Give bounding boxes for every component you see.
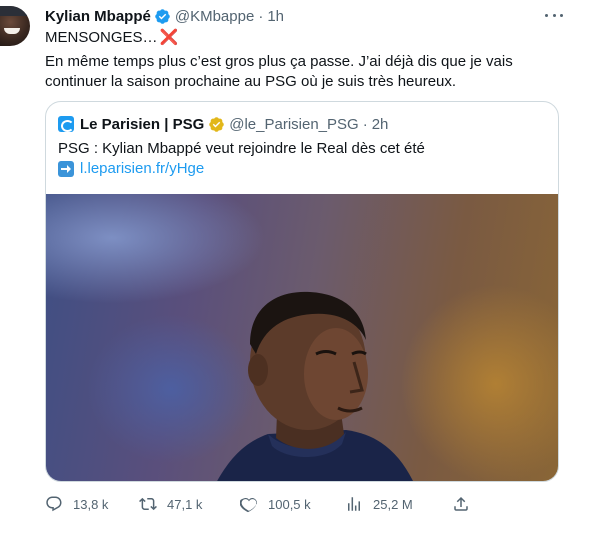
views-icon	[348, 497, 360, 511]
views-button[interactable]: 25,2 M	[345, 492, 413, 516]
header-separator: ·	[258, 7, 264, 25]
reply-count: 13,8 k	[73, 496, 109, 512]
more-icon[interactable]	[545, 8, 563, 22]
arrow-right-emoji-icon	[58, 161, 74, 177]
quoted-tweet-text: PSG : Kylian Mbappé veut rejoindre le Re…	[58, 140, 425, 157]
quoted-author-name[interactable]: Le Parisien | PSG	[80, 116, 204, 133]
author-handle[interactable]: @KMbappe	[175, 8, 254, 25]
tweet-text-mensonges: MENSONGES…	[45, 29, 158, 46]
le-parisien-logo-icon[interactable]	[58, 116, 74, 132]
retweet-count: 47,1 k	[167, 496, 203, 512]
cross-emoji-icon: ❌	[159, 29, 179, 46]
share-button[interactable]	[452, 492, 480, 516]
tweet-action-bar: 13,8 k 47,1 k 100,5 k 25,2 M	[45, 492, 565, 516]
quoted-tweet-link-line: l.leparisien.fr/yHge	[58, 159, 204, 179]
reply-button[interactable]: 13,8 k	[45, 492, 108, 516]
quoted-header-separator: ·	[362, 115, 368, 133]
quoted-tweet-photo[interactable]	[46, 194, 558, 481]
reply-icon	[46, 496, 62, 512]
author-name[interactable]: Kylian Mbappé	[45, 8, 151, 25]
tweet-text-line-3: continuer la saison prochaine au PSG où …	[45, 73, 457, 90]
like-icon	[240, 497, 257, 513]
gold-verified-badge-icon	[208, 116, 225, 133]
tweet-text-line-2: En même temps plus c’est gros plus ça pa…	[45, 53, 513, 70]
views-count: 25,2 M	[373, 496, 413, 512]
quoted-author-handle[interactable]: @le_Parisien_PSG	[229, 116, 358, 133]
avatar-smile	[4, 28, 20, 34]
player-portrait	[217, 291, 413, 481]
quoted-timestamp[interactable]: 2h	[372, 116, 389, 133]
retweet-button[interactable]: 47,1 k	[139, 492, 202, 516]
quoted-tweet-link[interactable]: l.leparisien.fr/yHge	[80, 159, 204, 179]
like-button[interactable]: 100,5 k	[240, 492, 311, 516]
retweet-icon	[139, 497, 157, 511]
tweet-timestamp[interactable]: 1h	[267, 8, 284, 25]
like-count: 100,5 k	[268, 496, 311, 512]
share-icon	[454, 496, 468, 511]
quoted-tweet[interactable]: Le Parisien | PSG @le_Parisien_PSG · 2h …	[45, 101, 559, 482]
avatar-cap	[0, 6, 30, 16]
author-avatar[interactable]	[0, 6, 30, 46]
tweet[interactable]: Kylian Mbappé @KMbappe · 1h MENSONGES… ❌ …	[0, 0, 589, 537]
quoted-tweet-header: Le Parisien | PSG @le_Parisien_PSG · 2h	[58, 114, 388, 134]
verified-badge-icon	[154, 8, 171, 25]
tweet-text-line-1: MENSONGES… ❌	[45, 28, 178, 48]
tweet-header: Kylian Mbappé @KMbappe · 1h	[45, 6, 284, 26]
